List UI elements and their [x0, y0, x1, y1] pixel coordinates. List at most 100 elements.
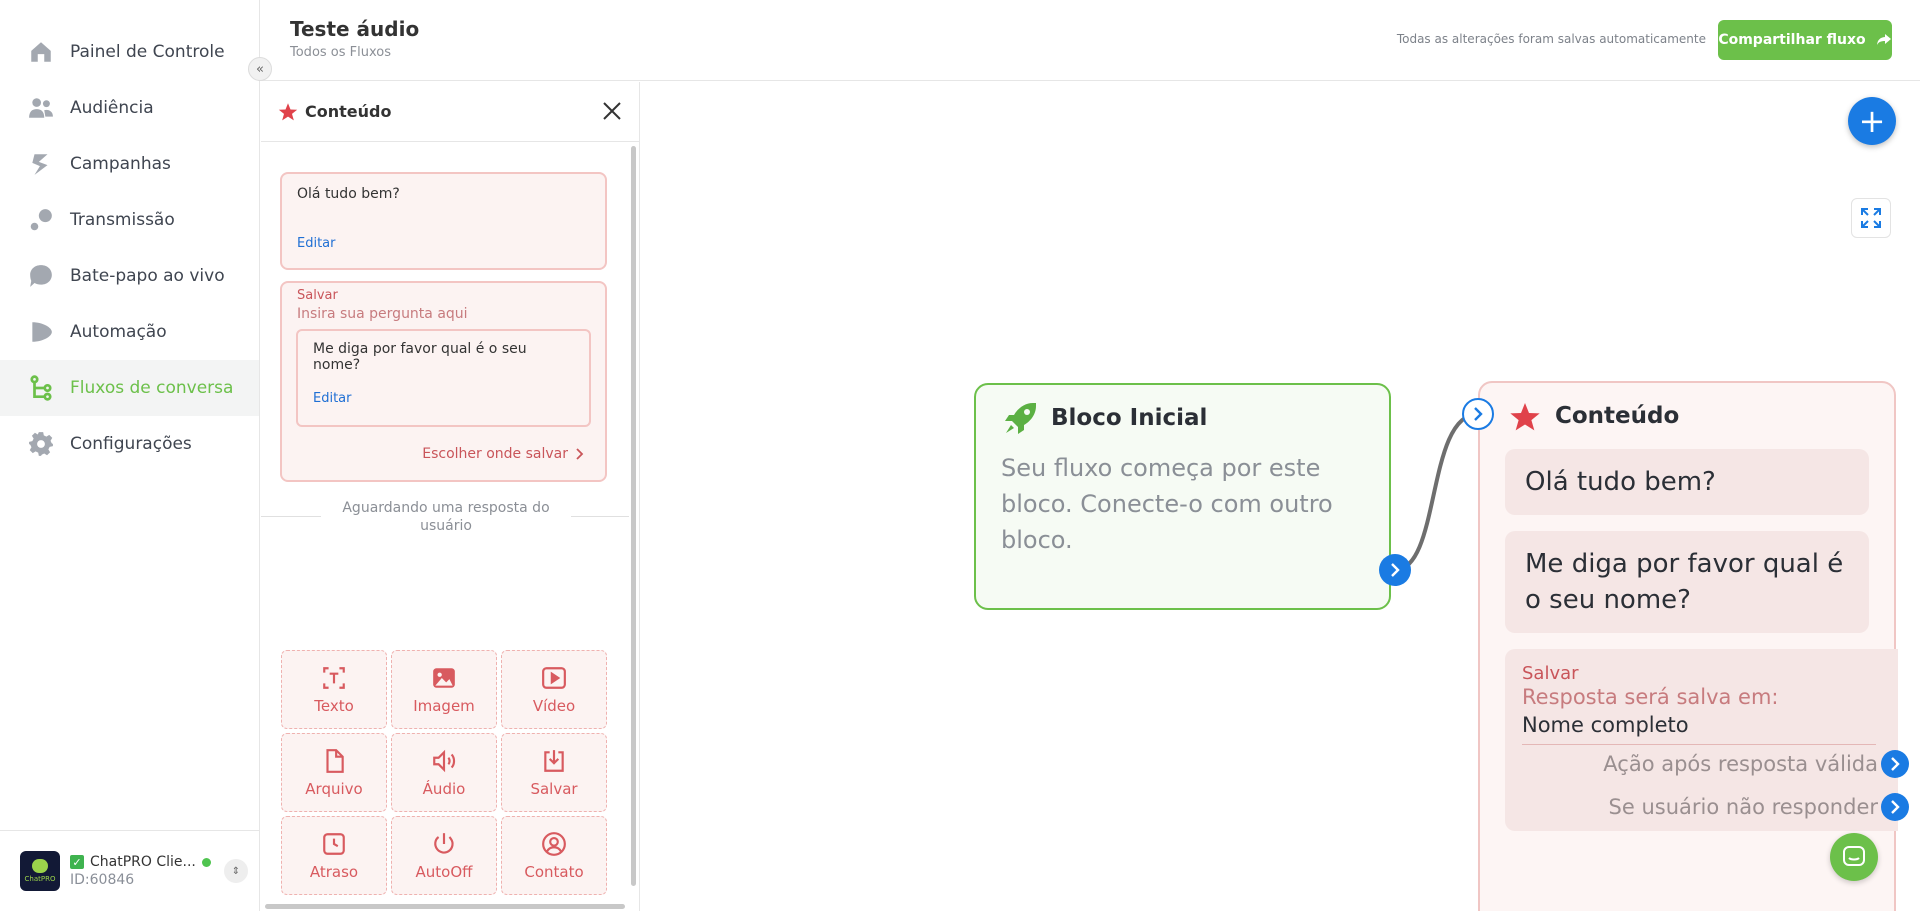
start-block[interactable]: Bloco Inicial Seu fluxo começa por este …	[974, 383, 1391, 610]
save-hint: Insira sua pergunta aqui	[297, 306, 468, 322]
tool-text-button[interactable]: Texto	[281, 650, 387, 729]
chevron-right-icon	[1891, 757, 1900, 771]
video-icon	[542, 666, 566, 689]
tool-label: AutoOff	[415, 862, 473, 881]
account-name-row: ✓ ChatPRO Clie...	[70, 854, 220, 870]
start-block-output-port[interactable]	[1379, 554, 1411, 586]
online-status-icon	[201, 857, 211, 867]
edit-question-link[interactable]: Editar	[313, 391, 352, 406]
autosave-status: Todas as alterações foram salvas automat…	[1396, 32, 1706, 46]
share-flow-label: Compartilhar fluxo	[1718, 32, 1866, 48]
panel-title: Conteúdo	[305, 102, 392, 121]
no-reply-port[interactable]	[1881, 793, 1909, 821]
support-chat-button[interactable]	[1830, 833, 1878, 881]
image-icon	[433, 667, 455, 688]
content-message[interactable]: Me diga por favor qual é o seu nome?	[1505, 531, 1869, 633]
panel-vertical-scrollbar[interactable]	[631, 146, 636, 886]
choose-save-label: Escolher onde salvar	[422, 446, 568, 462]
chevron-right-icon	[576, 448, 584, 460]
chevron-double-left-icon: «	[256, 61, 264, 77]
sidebar: Painel de Controle Audiência Campanhas T…	[0, 0, 260, 911]
star-icon	[1510, 403, 1540, 431]
content-message[interactable]: Olá tudo bem?	[1505, 449, 1869, 515]
question-card[interactable]: Me diga por favor qual é o seu nome? Edi…	[296, 329, 591, 427]
header: Teste áudio Todos os Fluxos Todas as alt…	[261, 0, 1920, 81]
no-reply-action: Se usuário não responder	[1608, 795, 1878, 819]
chevron-right-icon	[1391, 563, 1400, 577]
fullscreen-button[interactable]	[1851, 198, 1891, 238]
valid-response-action: Ação após resposta válida	[1603, 752, 1878, 776]
tool-label: Salvar	[530, 779, 578, 798]
save-label: Salvar	[1522, 663, 1579, 684]
audio-icon	[433, 749, 456, 772]
chevron-right-icon	[1891, 800, 1900, 814]
tool-delay-button[interactable]: Atraso	[281, 816, 387, 895]
chat-icon	[1843, 846, 1865, 866]
sidebar-item-bate-papo[interactable]: Bate-papo ao vivo	[0, 248, 259, 304]
content-save-section[interactable]: Salvar Resposta será salva em: Nome comp…	[1505, 649, 1898, 831]
share-flow-button[interactable]: Compartilhar fluxo	[1718, 20, 1892, 60]
question-text: Me diga por favor qual é o seu nome?	[313, 341, 527, 373]
save-label: Salvar	[297, 288, 338, 303]
content-block[interactable]: Conteúdo Olá tudo bem? Me diga por favor…	[1478, 381, 1898, 911]
tool-contact-button[interactable]: Contato	[501, 816, 607, 895]
panel-horizontal-scrollbar[interactable]	[265, 904, 625, 909]
valid-response-port[interactable]	[1881, 750, 1909, 778]
tool-audio-button[interactable]: Áudio	[391, 733, 497, 812]
content-block-title: Conteúdo	[1555, 403, 1680, 429]
divider	[1522, 744, 1876, 745]
play-icon	[28, 319, 54, 345]
choose-save-location-link[interactable]: Escolher onde salvar	[422, 446, 584, 462]
plus-icon: +	[1858, 102, 1886, 140]
save-card[interactable]: Salvar Insira sua pergunta aqui Me diga …	[280, 281, 607, 482]
close-icon[interactable]	[601, 100, 623, 122]
flow-canvas[interactable]: + Bloco Inicial Seu fluxo começa por est…	[641, 82, 1920, 911]
breadcrumb[interactable]: Todos os Fluxos	[290, 45, 391, 60]
check-icon: ✓	[70, 855, 84, 869]
tool-label: Texto	[314, 696, 354, 715]
bot-icon	[32, 859, 48, 873]
clock-icon	[323, 832, 345, 855]
block-tools-grid: Texto Imagem Vídeo Arquivo Áudio Salvar …	[281, 650, 607, 895]
edit-message-link[interactable]: Editar	[297, 236, 336, 251]
message-card[interactable]: Olá tudo bem? Editar	[280, 172, 607, 270]
add-block-button[interactable]: +	[1848, 97, 1896, 145]
sidebar-item-audiencia[interactable]: Audiência	[0, 80, 259, 136]
text-icon	[323, 666, 345, 689]
content-block-input-port[interactable]	[1462, 398, 1494, 430]
chat-bubble-icon	[28, 263, 54, 289]
content-panel: Conteúdo Olá tudo bem? Editar Salvar Ins…	[261, 82, 640, 911]
sidebar-item-transmissao[interactable]: Transmissão	[0, 192, 259, 248]
sidebar-item-label: Audiência	[70, 98, 154, 118]
tool-image-button[interactable]: Imagem	[391, 650, 497, 729]
switch-account-icon[interactable]: ⇕	[224, 859, 248, 883]
power-icon	[434, 832, 454, 854]
account-info: ✓ ChatPRO Clie... ID:60846	[70, 854, 220, 888]
tool-label: Imagem	[413, 696, 475, 715]
home-icon	[28, 39, 54, 65]
account-switcher[interactable]: ChatPRO ✓ ChatPRO Clie... ID:60846 ⇕	[0, 830, 260, 911]
start-block-description: Seu fluxo começa por este bloco. Conecte…	[1001, 454, 1333, 554]
tool-save-button[interactable]: Salvar	[501, 733, 607, 812]
tool-file-button[interactable]: Arquivo	[281, 733, 387, 812]
chevron-right-icon	[1474, 407, 1483, 421]
sidebar-item-configuracoes[interactable]: Configurações	[0, 416, 259, 472]
download-icon	[544, 749, 564, 772]
tool-video-button[interactable]: Vídeo	[501, 650, 607, 729]
save-field: Nome completo	[1522, 713, 1689, 737]
save-hint: Resposta será salva em:	[1522, 685, 1779, 709]
tool-label: Arquivo	[305, 779, 363, 798]
start-block-title: Bloco Inicial	[1051, 405, 1208, 431]
sidebar-item-label: Configurações	[70, 434, 192, 454]
message-text: Olá tudo bem?	[297, 186, 400, 202]
sidebar-item-campanhas[interactable]: Campanhas	[0, 136, 259, 192]
contact-icon	[542, 831, 566, 856]
sidebar-item-fluxos[interactable]: Fluxos de conversa	[0, 360, 259, 416]
collapse-sidebar-button[interactable]: «	[248, 57, 272, 81]
account-logo: ChatPRO	[20, 851, 60, 891]
broadcast-icon	[28, 207, 54, 233]
sidebar-item-automacao[interactable]: Automação	[0, 304, 259, 360]
tool-autooff-button[interactable]: AutoOff	[391, 816, 497, 895]
sidebar-item-painel[interactable]: Painel de Controle	[0, 24, 259, 80]
sidebar-item-label: Fluxos de conversa	[70, 378, 234, 398]
